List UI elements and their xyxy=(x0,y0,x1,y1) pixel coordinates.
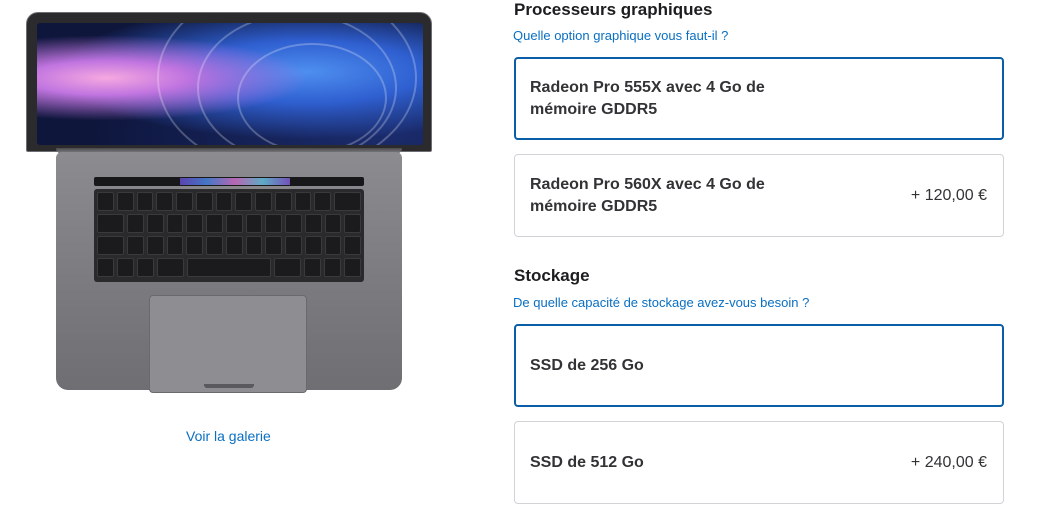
option-name: Radeon Pro 555X avec 4 Go de mémoire GDD… xyxy=(530,78,765,118)
laptop-notch xyxy=(204,384,254,388)
storage-option-256[interactable]: SSD de 256 Go xyxy=(514,324,1004,407)
graphics-option-560x[interactable]: Radeon Pro 560X avec 4 Go de mémoire GDD… xyxy=(514,154,1004,237)
option-name: Radeon Pro 560X avec 4 Go de mémoire GDD… xyxy=(530,175,765,215)
storage-option-512[interactable]: SSD de 512 Go + 240,00 € xyxy=(514,421,1004,504)
option-name: SSD de 256 Go xyxy=(530,356,644,374)
storage-help-link[interactable]: De quelle capacité de stockage avez-vous… xyxy=(513,295,809,310)
gallery-link[interactable]: Voir la galerie xyxy=(186,428,271,444)
touch-bar xyxy=(94,177,364,186)
graphics-help-link[interactable]: Quelle option graphique vous faut-il ? xyxy=(513,28,728,43)
option-name: SSD de 512 Go xyxy=(530,453,644,471)
storage-section-title: Stockage xyxy=(514,266,590,285)
option-price: + 120,00 € xyxy=(910,186,987,204)
graphics-section-title: Processeurs graphiques xyxy=(514,0,713,19)
product-image-macbook-pro[interactable] xyxy=(26,12,436,393)
option-price: + 240,00 € xyxy=(910,453,987,471)
keyboard xyxy=(94,189,364,282)
laptop-screen xyxy=(37,23,423,145)
graphics-option-555x[interactable]: Radeon Pro 555X avec 4 Go de mémoire GDD… xyxy=(514,57,1004,140)
trackpad xyxy=(149,295,307,393)
laptop-lid xyxy=(26,12,432,152)
laptop-base xyxy=(56,152,402,393)
